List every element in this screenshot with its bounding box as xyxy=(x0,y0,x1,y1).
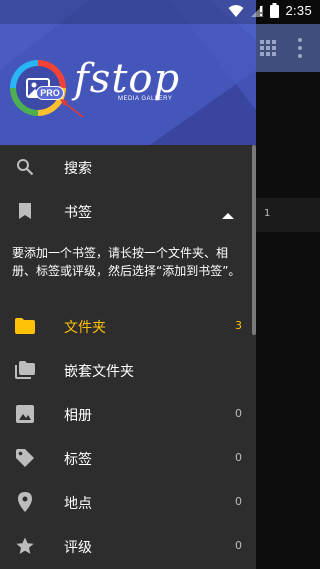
menu-item-places[interactable]: 地点 0 xyxy=(0,480,256,524)
menu-item-nested-folders[interactable]: 嵌套文件夹 xyxy=(0,348,256,392)
overflow-menu-icon[interactable] xyxy=(297,38,303,58)
nested-folder-icon xyxy=(15,360,35,380)
menu-item-folders[interactable]: 文件夹 3 xyxy=(0,304,256,348)
menu-item-count: 0 xyxy=(235,539,242,552)
menu-item-bookmarks[interactable]: 书签 xyxy=(0,189,256,233)
brand-subtitle: MEDIA GALLERY xyxy=(118,96,173,102)
star-icon xyxy=(15,536,35,556)
menu-item-label: 标签 xyxy=(64,452,92,468)
battery-icon xyxy=(270,3,280,18)
no-sim-icon xyxy=(251,4,264,17)
menu-item-albums[interactable]: 相册 0 xyxy=(0,392,256,436)
location-pin-icon xyxy=(15,492,35,512)
folder-icon xyxy=(15,316,35,336)
bookmark-icon xyxy=(15,201,35,221)
album-icon xyxy=(15,404,35,424)
menu-item-label: 评级 xyxy=(64,540,92,556)
drawer-menu: 搜索 书签 xyxy=(0,145,256,233)
drawer-menu-collections: 文件夹 3 嵌套文件夹 相册 0 标签 0 地点 0 评级 0 xyxy=(0,304,256,568)
menu-item-label: 嵌套文件夹 xyxy=(64,364,134,380)
menu-item-count: 0 xyxy=(235,451,242,464)
wifi-icon xyxy=(228,4,244,17)
menu-item-search[interactable]: 搜索 xyxy=(0,145,256,189)
background-row-count: 1 xyxy=(264,208,271,219)
menu-item-ratings[interactable]: 评级 0 xyxy=(0,524,256,568)
menu-item-label: 书签 xyxy=(64,205,92,221)
menu-item-tags[interactable]: 标签 0 xyxy=(0,436,256,480)
menu-item-label: 搜索 xyxy=(64,161,92,177)
tag-icon xyxy=(15,448,35,468)
status-bar: 2:35 xyxy=(0,0,320,24)
menu-item-label: 地点 xyxy=(64,496,92,512)
menu-item-label: 文件夹 xyxy=(64,320,106,336)
menu-item-label: 相册 xyxy=(64,408,92,424)
drawer-scrollbar[interactable] xyxy=(252,145,256,335)
menu-item-count: 0 xyxy=(235,495,242,508)
bookmark-hint: 要添加一个书签，请长按一个文件夹、相册、标签或评级，然后选择“添加到书签”。 xyxy=(12,246,241,278)
menu-item-count: 0 xyxy=(235,407,242,420)
caret-up-icon[interactable] xyxy=(222,205,234,224)
grid-view-icon[interactable] xyxy=(260,40,276,56)
search-icon xyxy=(15,157,35,177)
status-time: 2:35 xyxy=(285,3,312,18)
menu-item-count: 3 xyxy=(235,319,242,332)
navigation-drawer: PRO fstop MEDIA GALLERY 搜索 书签 要添加一个书签，请长… xyxy=(0,0,256,569)
